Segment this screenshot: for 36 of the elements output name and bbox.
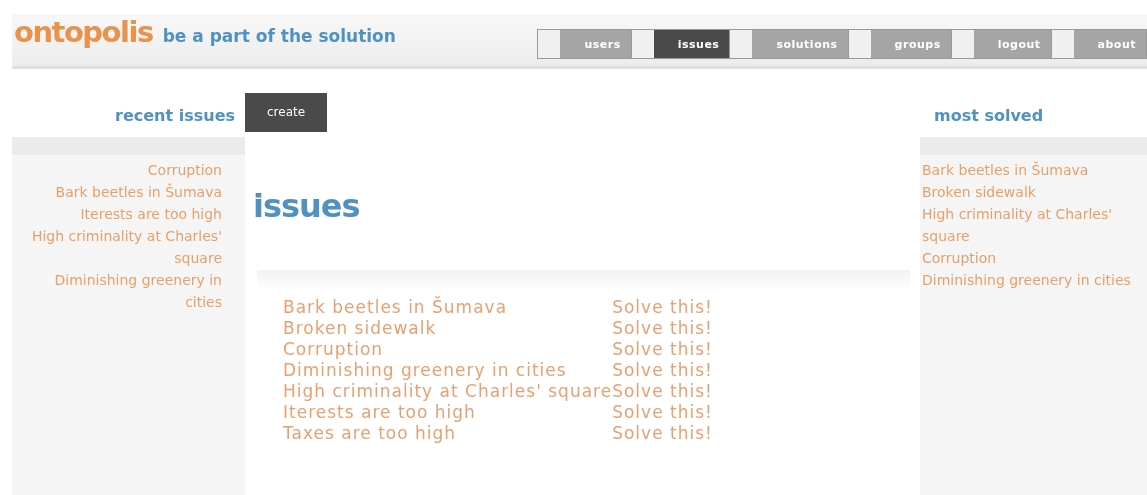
issue-link[interactable]: Diminishing greenery in cities xyxy=(922,269,1131,291)
nav-tab[interactable]: logout xyxy=(951,30,1051,58)
issue-link[interactable]: Bark beetles in Šumava xyxy=(283,297,613,318)
issue-link[interactable]: Iterests are too high xyxy=(283,402,613,423)
issue-link[interactable]: High criminality at Charles' square xyxy=(922,203,1144,247)
solve-link[interactable]: Solve this! xyxy=(612,402,713,423)
issue-link[interactable]: Diminishing greenery in cities xyxy=(22,269,222,313)
nav-tab[interactable]: solutions xyxy=(730,30,848,58)
issue-link[interactable]: Taxes are too high xyxy=(283,423,613,444)
sidebar-title: recent issues xyxy=(115,105,235,125)
tagline: be a part of the solution xyxy=(162,26,396,46)
issue-link[interactable]: Bark beetles in Šumava xyxy=(922,159,1089,181)
nav-tab[interactable]: issues xyxy=(631,30,730,58)
issue-link[interactable]: High criminality at Charles' square xyxy=(22,225,222,269)
sidebar-title: most solved xyxy=(934,105,1044,125)
nav-tab[interactable]: about xyxy=(1051,30,1146,58)
solve-link[interactable]: Solve this! xyxy=(612,297,713,318)
create-button[interactable]: create xyxy=(245,93,328,132)
solve-link[interactable]: Solve this! xyxy=(612,318,713,339)
issue-link[interactable]: Iterests are too high xyxy=(80,203,222,225)
issue-link[interactable]: Broken sidewalk xyxy=(283,318,613,339)
issue-link[interactable]: Broken sidewalk xyxy=(922,181,1036,203)
issue-link[interactable]: High criminality at Charles' square xyxy=(283,381,613,402)
issue-link[interactable]: Corruption xyxy=(922,247,997,269)
nav-tab[interactable]: groups xyxy=(848,30,951,58)
issue-link[interactable]: Corruption xyxy=(147,159,222,181)
solve-link[interactable]: Solve this! xyxy=(612,423,713,444)
issue-link[interactable]: Diminishing greenery in cities xyxy=(283,360,613,381)
logo[interactable]: ontopolis xyxy=(14,14,153,50)
solve-link[interactable]: Solve this! xyxy=(612,381,713,402)
issue-link[interactable]: Bark beetles in Šumava xyxy=(55,181,222,203)
page-title: issues xyxy=(253,186,361,226)
nav-tab[interactable]: users xyxy=(538,30,631,58)
issue-link[interactable]: Corruption xyxy=(283,339,613,360)
solve-link[interactable]: Solve this! xyxy=(612,339,713,360)
solve-link[interactable]: Solve this! xyxy=(612,360,713,381)
